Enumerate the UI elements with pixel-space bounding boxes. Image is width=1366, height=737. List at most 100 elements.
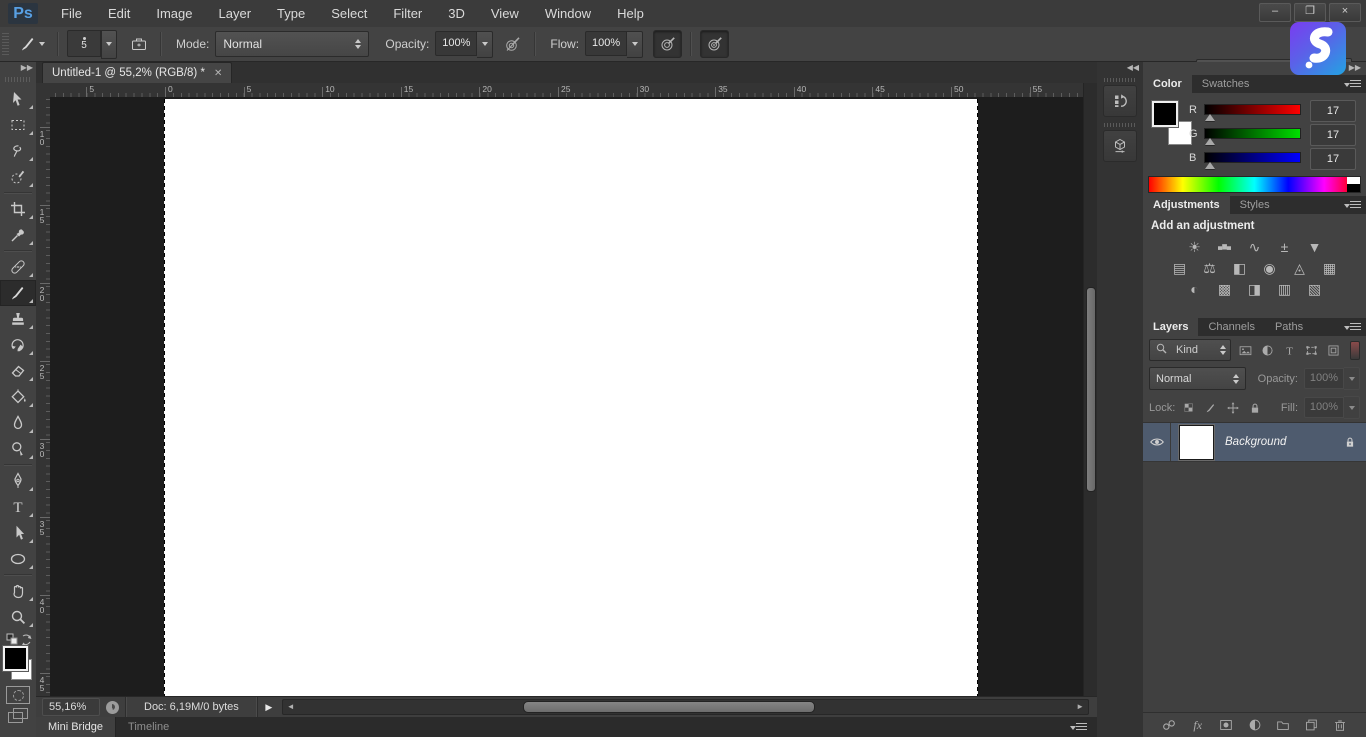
link-layers-button[interactable] — [1159, 716, 1179, 734]
invert-adjustment-icon[interactable]: ◐ — [1184, 281, 1205, 298]
lock-image-pixels-button[interactable] — [1203, 400, 1219, 416]
channel-value-field[interactable]: 17 — [1310, 100, 1356, 122]
mode-dropdown[interactable]: Normal — [215, 31, 369, 57]
panel-menu-icon[interactable] — [1070, 723, 1087, 732]
canvas-viewport[interactable] — [50, 97, 1083, 697]
dodge-tool[interactable] — [0, 436, 36, 462]
horizontal-scrollbar-thumb[interactable] — [523, 701, 815, 713]
crop-tool[interactable] — [0, 196, 36, 222]
ruler-origin-corner[interactable] — [36, 83, 51, 98]
lock-position-button[interactable] — [1225, 400, 1241, 416]
visibility-toggle[interactable] — [1143, 423, 1171, 461]
lock-all-button[interactable] — [1247, 400, 1263, 416]
move-tool[interactable] — [0, 86, 36, 112]
dock-collapse-chevron[interactable]: ◀◀ — [1097, 62, 1143, 75]
hue-saturation-adjustment-icon[interactable]: ▤ — [1169, 260, 1190, 277]
document-tab[interactable]: Untitled-1 @ 55,2% (RGB/8) * ✕ — [42, 62, 232, 83]
status-clock-icon[interactable] — [106, 701, 119, 714]
layer-effects-button[interactable]: fx — [1188, 716, 1208, 734]
brush-size-dropdown-button[interactable] — [101, 30, 117, 59]
channel-slider[interactable] — [1204, 128, 1301, 139]
new-layer-button[interactable] — [1301, 716, 1321, 734]
flow-dropdown[interactable]: 100% — [585, 31, 643, 58]
filter-pixel-layers-button[interactable] — [1237, 342, 1254, 359]
lock-transparent-pixels-button[interactable] — [1181, 400, 1197, 416]
tab-mini-bridge[interactable]: Mini Bridge — [36, 717, 116, 737]
layer-opacity-dropdown[interactable]: 100% — [1304, 367, 1360, 390]
menu-layer[interactable]: Layer — [206, 6, 265, 21]
spectrum-white-swatch[interactable] — [1347, 177, 1360, 184]
tab-channels[interactable]: Channels — [1198, 318, 1264, 336]
spectrum-black-swatch[interactable] — [1347, 184, 1360, 192]
vibrance-adjustment-icon[interactable]: ▼ — [1304, 239, 1325, 256]
menu-filter[interactable]: Filter — [380, 6, 435, 21]
filter-kind-dropdown[interactable]: Kind — [1149, 339, 1231, 361]
selective-color-adjustment-icon[interactable]: ▧ — [1304, 281, 1325, 298]
filter-type-layers-button[interactable]: T — [1281, 342, 1298, 359]
paint-bucket-tool[interactable] — [0, 384, 36, 410]
channel-mixer-adjustment-icon[interactable]: ◬ — [1289, 260, 1310, 277]
panel-menu-icon[interactable] — [1344, 80, 1361, 89]
black-white-adjustment-icon[interactable]: ◧ — [1229, 260, 1250, 277]
exposure-adjustment-icon[interactable]: ± — [1274, 239, 1295, 256]
menu-window[interactable]: Window — [532, 6, 604, 21]
menu-type[interactable]: Type — [264, 6, 318, 21]
vertical-scrollbar-thumb[interactable] — [1086, 287, 1096, 492]
canvas[interactable] — [165, 99, 977, 697]
new-group-button[interactable] — [1273, 716, 1293, 734]
tablet-pressure-size-button[interactable] — [700, 30, 729, 58]
horizontal-scrollbar[interactable]: ◄ ► — [282, 699, 1089, 715]
delete-layer-button[interactable] — [1330, 716, 1350, 734]
scroll-left-arrow[interactable]: ◄ — [287, 702, 295, 711]
curves-adjustment-icon[interactable]: ∿ — [1244, 239, 1265, 256]
tab-paths[interactable]: Paths — [1265, 318, 1313, 336]
lasso-tool[interactable] — [0, 138, 36, 164]
filter-toggle-switch[interactable] — [1350, 341, 1360, 360]
tab-color[interactable]: Color — [1143, 75, 1192, 93]
menu-select[interactable]: Select — [318, 6, 380, 21]
brush-size-widget[interactable]: 5 — [67, 30, 117, 59]
gradient-map-adjustment-icon[interactable]: ▥ — [1274, 281, 1295, 298]
close-button[interactable]: × — [1329, 3, 1361, 22]
eyedropper-tool[interactable] — [0, 222, 36, 248]
ellipse-tool[interactable] — [0, 546, 36, 572]
document-size-info[interactable]: Doc: 6,19M/0 bytes — [125, 697, 258, 717]
tab-layers[interactable]: Layers — [1143, 318, 1198, 336]
pen-tool[interactable] — [0, 468, 36, 494]
restore-button[interactable]: ❐ — [1294, 3, 1326, 22]
properties-panel-button[interactable] — [1103, 130, 1137, 162]
menu-view[interactable]: View — [478, 6, 532, 21]
brush-tool[interactable] — [0, 280, 36, 306]
color-panel-swatches[interactable] — [1152, 101, 1192, 145]
menu-file[interactable]: File — [48, 6, 95, 21]
zoom-tool[interactable] — [0, 604, 36, 630]
color-balance-adjustment-icon[interactable]: ⚖ — [1199, 260, 1220, 277]
quick-mask-button[interactable] — [6, 686, 30, 704]
airbrush-toggle-button[interactable] — [653, 30, 682, 58]
tools-panel-gripper[interactable] — [5, 77, 31, 82]
levels-adjustment-icon[interactable]: ▄▆▄ — [1214, 239, 1235, 256]
foreground-color-swatch[interactable] — [3, 646, 28, 671]
screen-mode-button[interactable] — [8, 708, 28, 723]
posterize-adjustment-icon[interactable]: ▩ — [1214, 281, 1235, 298]
quick-selection-tool[interactable] — [0, 164, 36, 190]
tab-close-icon[interactable]: ✕ — [214, 68, 222, 79]
tab-swatches[interactable]: Swatches — [1192, 75, 1260, 93]
menu-3d[interactable]: 3D — [435, 6, 478, 21]
opacity-dropdown[interactable]: 100% — [435, 31, 493, 58]
clone-stamp-tool[interactable] — [0, 306, 36, 332]
vertical-ruler[interactable]: 1015202530354045 — [36, 97, 51, 697]
blend-mode-dropdown[interactable]: Normal — [1149, 367, 1246, 390]
tab-adjustments[interactable]: Adjustments — [1143, 196, 1230, 214]
swap-colors-widget[interactable] — [0, 632, 36, 646]
hand-tool[interactable] — [0, 578, 36, 604]
filter-adjustment-layers-button[interactable] — [1259, 342, 1276, 359]
toggle-brush-panel-button[interactable] — [125, 31, 152, 57]
status-options-arrow[interactable]: ▶ — [262, 702, 276, 713]
filter-shape-layers-button[interactable] — [1303, 342, 1320, 359]
menu-help[interactable]: Help — [604, 6, 657, 21]
rectangular-marquee-tool[interactable] — [0, 112, 36, 138]
scroll-right-arrow[interactable]: ► — [1076, 702, 1084, 711]
panel-menu-icon[interactable] — [1344, 201, 1361, 210]
overlay-app-icon[interactable] — [1290, 22, 1346, 75]
